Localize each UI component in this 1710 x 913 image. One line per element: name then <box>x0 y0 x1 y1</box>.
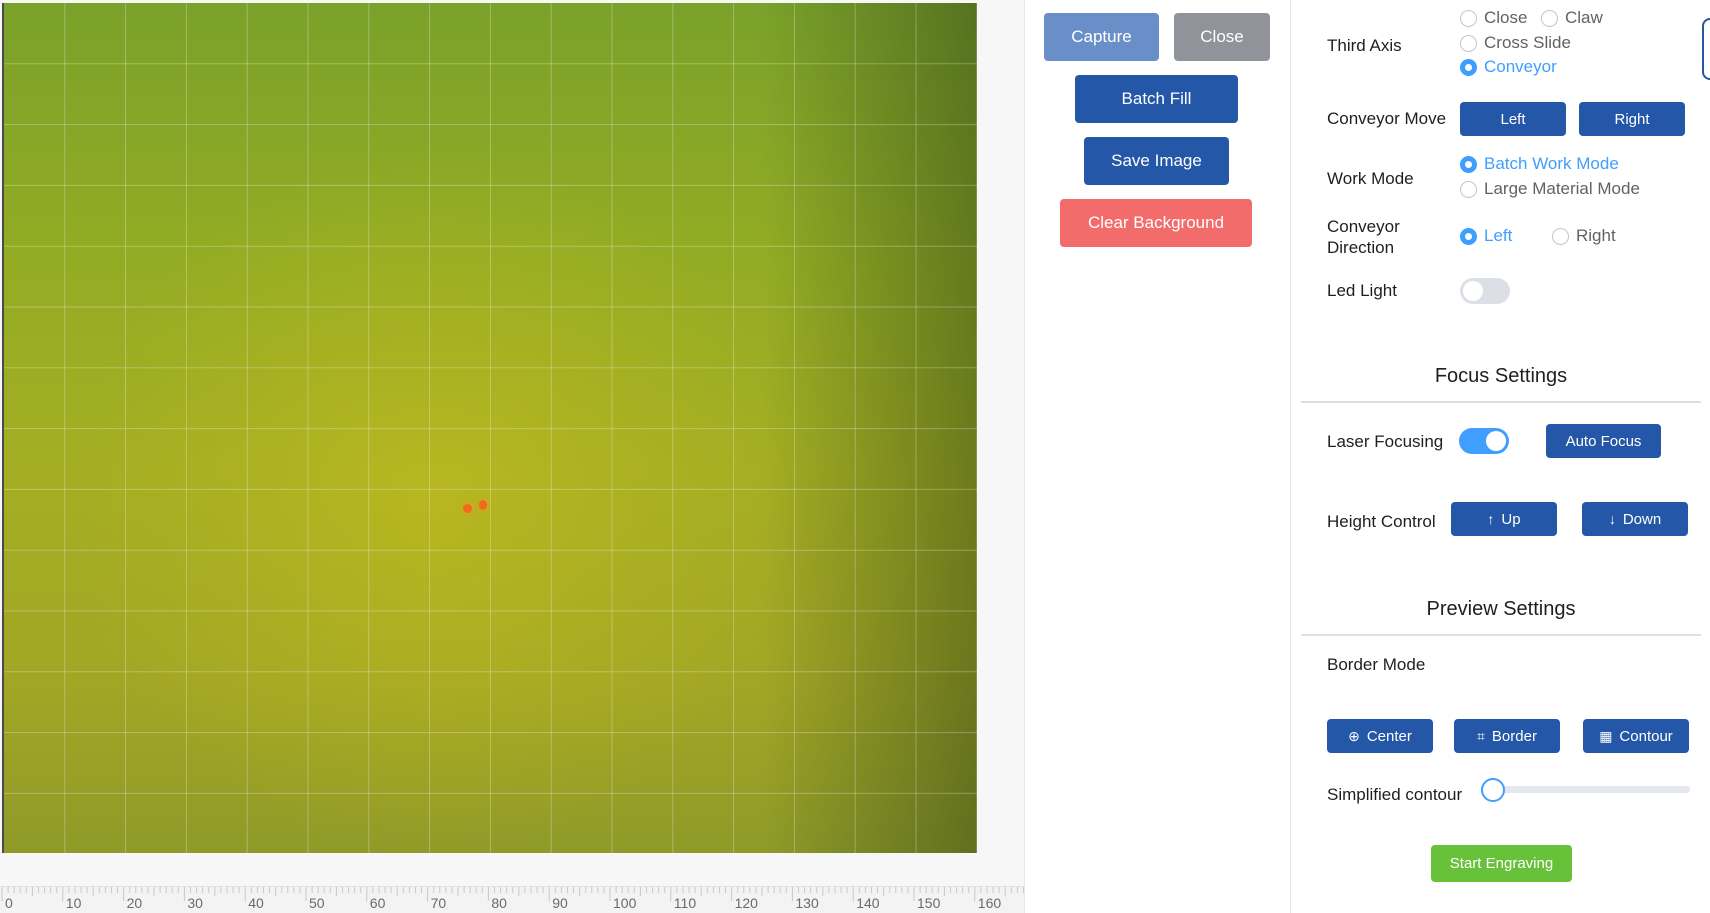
led-light-toggle[interactable] <box>1460 278 1510 304</box>
panel-collapse-handle[interactable] <box>1702 18 1710 80</box>
conveyor-direction-label-line2: Direction <box>1327 238 1395 257</box>
crop-icon: ⌗ <box>1477 727 1485 744</box>
border-mode-label: Border Mode <box>1327 655 1426 674</box>
height-down-label: Down <box>1622 510 1662 528</box>
auto-focus-button[interactable]: Auto Focus <box>1546 424 1661 458</box>
ruler-label: 130 <box>795 895 819 911</box>
start-engraving-button[interactable]: Start Engraving <box>1431 845 1572 882</box>
simplified-contour-slider-track[interactable] <box>1493 786 1690 793</box>
border-button[interactable]: ⌗ Border <box>1454 719 1560 753</box>
radio-label: Batch Work Mode <box>1484 154 1619 173</box>
contour-button[interactable]: ▦ Contour <box>1583 719 1689 753</box>
arrow-up-icon: ↑ <box>1487 511 1495 527</box>
grid-icon: ▦ <box>1599 727 1613 744</box>
radio-label: Close <box>1484 8 1528 27</box>
conveyor-direction-option-left[interactable]: Left <box>1460 226 1512 246</box>
work-mode-option-batch[interactable]: Batch Work Mode <box>1460 154 1619 174</box>
ruler-label: 80 <box>491 895 507 911</box>
led-light-label: Led Light <box>1327 281 1397 300</box>
laser-dot <box>463 504 472 513</box>
arrow-down-icon: ↓ <box>1608 511 1616 527</box>
ruler-label: 140 <box>856 895 880 911</box>
canvas-area: 0 10 20 30 40 50 60 70 80 90 100 110 120 130 140 150 160 <box>0 0 1024 913</box>
focus-settings-divider <box>1301 401 1701 403</box>
ruler-label: 110 <box>673 895 697 911</box>
engraver-app: 0 10 20 30 40 50 60 70 80 90 100 110 120 130 140 150 160… <box>0 0 1710 913</box>
radio-indicator <box>1460 227 1477 245</box>
height-down-button[interactable]: ↓ Down <box>1582 502 1688 536</box>
ruler-label: 40 <box>248 895 264 911</box>
height-up-label: Up <box>1501 510 1521 528</box>
border-label: Border <box>1491 727 1537 745</box>
ruler-label: 120 <box>734 895 758 911</box>
radio-indicator <box>1460 155 1477 173</box>
radio-label: Conveyor <box>1484 57 1557 76</box>
ruler-label: 70 <box>430 895 447 911</box>
crosshair-icon: ⊕ <box>1348 727 1360 744</box>
conveyor-direction-option-right[interactable]: Right <box>1552 226 1616 246</box>
radio-label: Right <box>1576 226 1616 245</box>
conveyor-move-label: Conveyor Move <box>1327 109 1447 128</box>
horizontal-ruler: 0 10 20 30 40 50 60 70 80 90 100 110 120 130 140 150 160 <box>0 886 1024 913</box>
radio-indicator <box>1460 180 1477 198</box>
canvas-grid <box>4 3 977 853</box>
ruler-label: 160 <box>977 895 1002 911</box>
conveyor-move-right-button[interactable]: Right <box>1579 102 1685 136</box>
third-axis-option-conveyor[interactable]: Conveyor <box>1460 57 1557 77</box>
radio-indicator <box>1541 9 1558 27</box>
laser-focusing-label: Laser Focusing <box>1327 432 1444 451</box>
radio-label: Cross Slide <box>1484 33 1571 52</box>
preview-settings-divider <box>1301 634 1701 636</box>
simplified-contour-slider-thumb[interactable] <box>1481 778 1505 802</box>
conveyor-direction-label: Conveyor Direction <box>1327 216 1400 258</box>
focus-settings-title: Focus Settings <box>1434 365 1568 387</box>
radio-label: Left <box>1484 226 1513 245</box>
ruler-label: 10 <box>65 895 82 911</box>
ruler-label: 30 <box>187 895 203 911</box>
toggle-knob <box>1486 431 1506 451</box>
third-axis-option-claw[interactable]: Claw <box>1541 8 1603 28</box>
capture-button[interactable]: Capture <box>1044 13 1159 61</box>
conveyor-direction-label-line1: Conveyor <box>1327 217 1400 236</box>
center-label: Center <box>1366 727 1412 745</box>
height-control-label: Height Control <box>1327 512 1436 531</box>
center-button[interactable]: ⊕ Center <box>1327 719 1433 753</box>
ruler-label: 60 <box>369 895 386 911</box>
radio-indicator <box>1460 34 1477 52</box>
simplified-contour-label: Simplified contour <box>1327 785 1463 804</box>
ruler-label: 20 <box>126 895 143 911</box>
ruler-label: 50 <box>309 895 325 911</box>
clear-background-button[interactable]: Clear Background <box>1060 199 1252 247</box>
ruler-label: 150 <box>917 895 941 911</box>
ruler-label: 0 <box>5 895 13 911</box>
conveyor-move-left-button[interactable]: Left <box>1460 102 1566 136</box>
ruler-label: 90 <box>552 895 568 911</box>
height-up-button[interactable]: ↑ Up <box>1451 502 1557 536</box>
close-button[interactable]: Close <box>1174 13 1270 61</box>
camera-preview[interactable] <box>2 3 977 853</box>
radio-indicator <box>1460 58 1477 76</box>
laser-dot <box>479 500 487 510</box>
save-image-button[interactable]: Save Image <box>1084 137 1229 185</box>
toggle-knob <box>1463 281 1483 301</box>
radio-label: Large Material Mode <box>1484 179 1640 198</box>
work-mode-option-large-material[interactable]: Large Material Mode <box>1460 179 1640 199</box>
laser-focusing-toggle[interactable] <box>1459 428 1509 454</box>
preview-settings-title: Preview Settings <box>1426 598 1576 620</box>
radio-indicator <box>1552 227 1569 245</box>
third-axis-label: Third Axis <box>1327 36 1402 55</box>
third-axis-option-cross-slide[interactable]: Cross Slide <box>1460 33 1571 53</box>
work-mode-label: Work Mode <box>1327 169 1414 188</box>
third-axis-option-close[interactable]: Close <box>1460 8 1527 28</box>
radio-indicator <box>1460 9 1477 27</box>
batch-fill-button[interactable]: Batch Fill <box>1075 75 1238 123</box>
contour-label: Contour <box>1619 727 1673 745</box>
radio-label: Claw <box>1565 8 1603 27</box>
ruler-label: 100 <box>613 895 637 911</box>
